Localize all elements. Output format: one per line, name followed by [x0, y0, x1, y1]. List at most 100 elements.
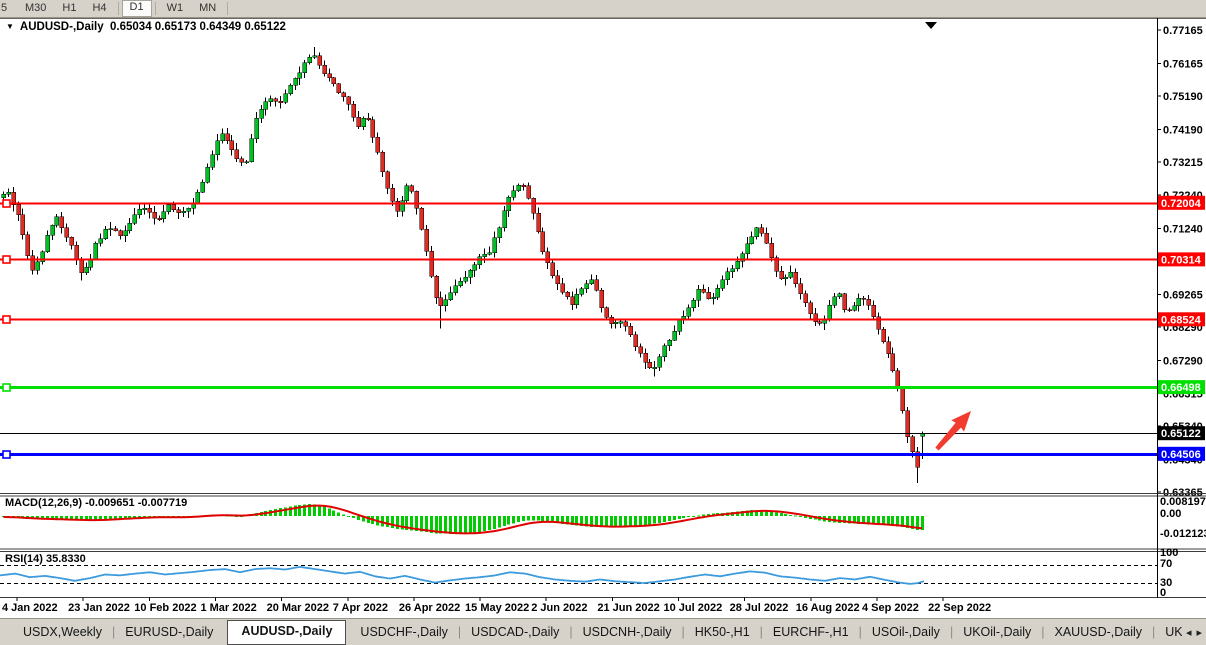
tab-usoil-daily[interactable]: USOil-,Daily [863, 619, 949, 645]
candle-body [707, 292, 711, 298]
candle-body [731, 269, 735, 272]
hline-handle[interactable] [3, 200, 10, 207]
candle-body [245, 162, 249, 163]
candle-body [828, 305, 832, 319]
hline-handle[interactable] [3, 451, 10, 458]
chart-title-symbol: AUDUSD-,Daily [20, 21, 104, 33]
annotation-arrow[interactable] [931, 405, 978, 454]
macd-bar [624, 516, 627, 526]
tab-scroll-left-icon[interactable]: ◂ [1186, 626, 1192, 639]
macd-bar [357, 516, 360, 520]
price-label-0.66498: 0.66498 [1158, 380, 1205, 394]
tab-eurusd-daily[interactable]: EURUSD-,Daily [116, 619, 222, 645]
candle-body [391, 188, 395, 201]
macd-bar [789, 515, 792, 516]
candle-body [70, 237, 74, 245]
candle-body [124, 231, 128, 236]
candle-body [877, 317, 881, 330]
candle-body [799, 284, 803, 294]
candle-body [726, 272, 730, 280]
candle-body [896, 371, 900, 388]
tab-usdcad-daily[interactable]: USDCAD-,Daily [462, 619, 568, 645]
hline-0.70314[interactable] [0, 256, 1157, 263]
price-tick-label: 0.74190 [1163, 125, 1203, 137]
macd-bar [614, 516, 617, 527]
candle-body [755, 228, 759, 237]
candle-body [294, 78, 298, 85]
candle-body [381, 152, 385, 171]
candle-body [882, 329, 886, 341]
date-label: 10 Feb 2022 [134, 602, 196, 614]
candle-body [503, 211, 507, 228]
time-axis[interactable]: 4 Jan 202223 Jan 202210 Feb 20221 Mar 20… [2, 598, 991, 615]
tab-hk50-h1[interactable]: HK50-,H1 [686, 619, 759, 645]
hline-handle[interactable] [3, 256, 10, 263]
price-label-text: 0.65122 [1161, 428, 1201, 440]
hline-0.66498[interactable] [0, 384, 1157, 391]
macd-name: MACD(12,26,9) [5, 497, 82, 509]
date-label: 2 Jun 2022 [531, 602, 587, 614]
symbol-dropdown-icon[interactable]: ▼ [6, 22, 14, 31]
macd-values: -0.009651 -0.007719 [85, 497, 187, 509]
tab-usdchf-daily[interactable]: USDCHF-,Daily [351, 619, 457, 645]
tab-xauusd-daily[interactable]: XAUUSD-,Daily [1046, 619, 1152, 645]
main-chart[interactable]: 0.771650.761650.751900.741900.732150.722… [0, 0, 1206, 618]
candle-body [386, 172, 390, 189]
candle-body [901, 388, 905, 411]
price-label-0.72004: 0.72004 [1158, 196, 1205, 210]
price-label-text: 0.68524 [1161, 314, 1202, 326]
tab-ukoil-daily[interactable]: UKOil-,Daily [954, 619, 1040, 645]
candle-body [410, 186, 414, 191]
macd-bar [328, 508, 331, 516]
candle-body [678, 320, 682, 331]
macd-bar [532, 516, 535, 521]
candle-body [435, 276, 439, 297]
tab-eurchf-h1[interactable]: EURCHF-,H1 [764, 619, 858, 645]
date-label: 20 Mar 2022 [267, 602, 329, 614]
candle-body [80, 259, 84, 272]
candle-body [721, 280, 725, 288]
macd-bar [507, 516, 510, 525]
candle-body [639, 347, 643, 354]
date-label: 26 Apr 2022 [399, 602, 460, 614]
candle-body [85, 267, 89, 272]
tab-scroll-right-icon[interactable]: ▸ [1196, 626, 1202, 639]
macd-bar [332, 510, 335, 516]
hline-0.64506[interactable] [0, 451, 1157, 458]
terminal-window: 5M30H1H4D1W1MN 0.771650.761650.751900.74… [0, 0, 1206, 645]
date-label: 15 May 2022 [465, 602, 529, 614]
candle-body [464, 277, 468, 281]
candle-body [196, 192, 200, 202]
candle-body [687, 308, 691, 316]
hline-0.68524[interactable] [0, 316, 1157, 323]
macd-bar [352, 516, 355, 518]
candle-body [226, 134, 230, 141]
candle-body [128, 223, 132, 231]
candle-body [575, 294, 579, 305]
candles [2, 47, 925, 483]
candle-body [804, 294, 808, 303]
tab-audusd-daily[interactable]: AUDUSD-,Daily [227, 620, 346, 645]
hline-handle[interactable] [3, 384, 10, 391]
tab-usdcnh-daily[interactable]: USDCNH-,Daily [574, 619, 681, 645]
candle-body [459, 281, 463, 285]
date-label: 23 Jan 2022 [68, 602, 130, 614]
candle-body [527, 186, 531, 199]
tab-usdx-weekly[interactable]: USDX,Weekly [14, 619, 111, 645]
macd-bar [342, 514, 345, 516]
candle-body [498, 228, 502, 238]
candle-body [624, 322, 628, 326]
rsi-panel[interactable]: 10070300 [0, 547, 1178, 599]
candle-body [182, 211, 186, 212]
candle-body [405, 186, 409, 201]
candle-body [158, 218, 162, 219]
candle-body [537, 213, 541, 231]
date-label: 4 Jan 2022 [2, 602, 58, 614]
chart-title: ▼AUDUSD-,Daily 0.65034 0.65173 0.64349 0… [6, 21, 286, 33]
candle-body [430, 251, 434, 276]
macd-bar [323, 507, 326, 516]
price-tick-label: 0.77165 [1163, 25, 1203, 37]
candle-body [362, 118, 366, 127]
hline-handle[interactable] [3, 316, 10, 323]
candle-body [746, 244, 750, 254]
